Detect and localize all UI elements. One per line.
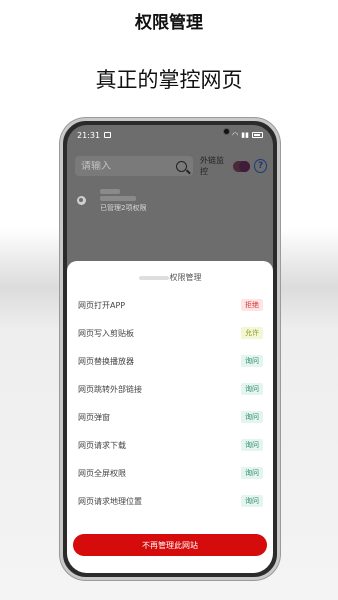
notification-icon xyxy=(104,132,112,138)
help-icon[interactable]: ? xyxy=(254,159,267,173)
battery-icon xyxy=(252,132,263,138)
permission-list: 网页打开APP 拒绝 网页写入剪贴板 允许 网页替换播放器 询问 网页跳转外部链接 询问 网页弹… xyxy=(67,291,273,515)
permission-label: 网页写入剪贴板 xyxy=(78,328,134,338)
site-list-item[interactable]: 已管理2项权限 xyxy=(77,187,237,223)
sheet-site-name-redacted xyxy=(138,275,169,280)
stop-managing-button[interactable]: 不再管理此网站 xyxy=(73,534,267,556)
permission-status-badge[interactable]: 询问 xyxy=(241,467,263,479)
search-input[interactable] xyxy=(81,160,161,172)
permission-label: 网页替换播放器 xyxy=(78,356,134,366)
search-icon[interactable] xyxy=(176,160,187,172)
promo-subtitle: 真正的掌控网页 xyxy=(95,68,243,92)
permission-sheet: 权限管理 网页打开APP 拒绝 网页写入剪贴板 允许 网页替换播放器 询问 网页跳转外部链接… xyxy=(67,261,273,573)
permission-status-badge[interactable]: 询问 xyxy=(241,439,263,451)
permission-status-badge[interactable]: 拒绝 xyxy=(241,299,263,311)
permission-label: 网页全屏权限 xyxy=(78,468,126,478)
toolbar: 外链监控 ? xyxy=(75,155,267,177)
front-camera xyxy=(223,128,230,135)
permission-row[interactable]: 网页打开APP 拒绝 xyxy=(67,291,273,319)
monitor-label: 外链监控 xyxy=(200,156,224,176)
phone-frame: 21:31 ◠ ▮▮ 外链监控 ? 已管理2项权限 xyxy=(60,118,280,580)
site-name-redacted xyxy=(100,189,120,194)
promo-title: 权限管理 xyxy=(135,13,203,33)
permission-row[interactable]: 网页请求地理位置 询问 xyxy=(67,487,273,515)
permission-label: 网页请求下载 xyxy=(78,440,126,450)
permission-label: 网页跳转外部链接 xyxy=(78,384,142,394)
sheet-title-text: 权限管理 xyxy=(169,273,202,282)
status-bar: 21:31 ◠ ▮▮ xyxy=(67,125,273,145)
permission-label: 网页弹窗 xyxy=(78,412,110,422)
permission-row[interactable]: 网页弹窗 询问 xyxy=(67,403,273,431)
monitor-toggle[interactable] xyxy=(232,160,251,172)
sheet-title: 权限管理 xyxy=(67,272,273,283)
permission-status-badge[interactable]: 询问 xyxy=(241,355,263,367)
permission-status-badge[interactable]: 询问 xyxy=(241,411,263,423)
site-url-redacted xyxy=(100,196,136,201)
search-box[interactable] xyxy=(75,156,193,176)
permission-row[interactable]: 网页替换播放器 询问 xyxy=(67,347,273,375)
permission-row[interactable]: 网页跳转外部链接 询问 xyxy=(67,375,273,403)
permission-row[interactable]: 网页请求下载 询问 xyxy=(67,431,273,459)
status-time: 21:31 xyxy=(77,130,101,140)
permission-label: 网页请求地理位置 xyxy=(78,496,142,506)
permission-row[interactable]: 网页全屏权限 询问 xyxy=(67,459,273,487)
permission-status-badge[interactable]: 允许 xyxy=(241,327,263,339)
phone-screen: 21:31 ◠ ▮▮ 外链监控 ? 已管理2项权限 xyxy=(67,125,273,573)
permission-row[interactable]: 网页写入剪贴板 允许 xyxy=(67,319,273,347)
permission-status-badge[interactable]: 询问 xyxy=(241,495,263,507)
signal-icon: ▮▮ xyxy=(241,131,249,139)
permission-status-badge[interactable]: 询问 xyxy=(241,383,263,395)
permission-label: 网页打开APP xyxy=(78,300,126,310)
site-permission-count: 已管理2项权限 xyxy=(100,204,147,212)
wifi-icon: ◠ xyxy=(232,131,239,139)
site-favicon-icon xyxy=(77,196,86,205)
